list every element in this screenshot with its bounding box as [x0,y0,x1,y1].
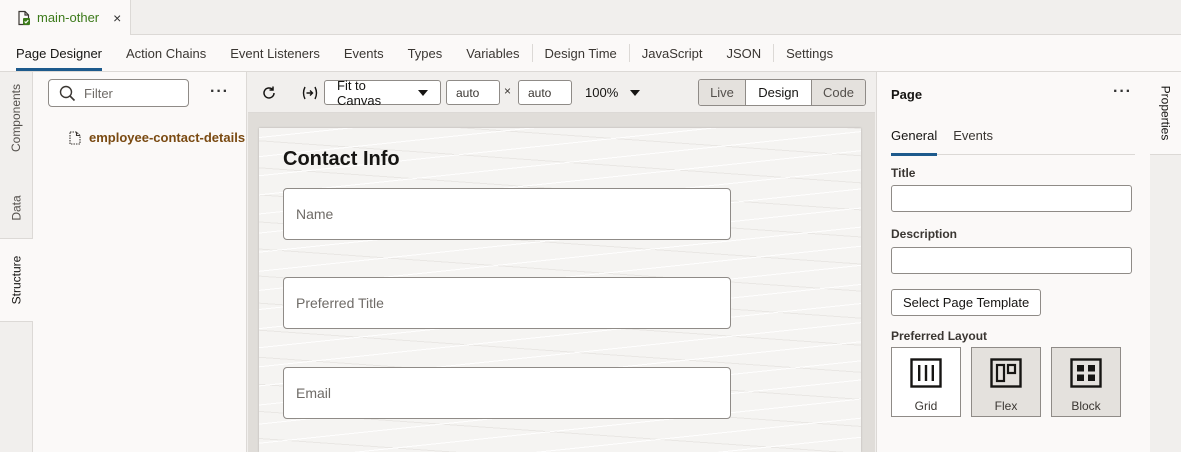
filter-box [48,79,189,107]
vtab-components[interactable]: Components [0,72,33,164]
mode-code-button[interactable]: Code [811,80,865,105]
title-input[interactable] [891,185,1132,212]
tab-action-chains[interactable]: Action Chains [114,35,218,72]
file-tab-strip: main-other × [0,0,1181,35]
tab-events[interactable]: Events [953,128,1009,155]
times-symbol: × [504,84,512,98]
title-label: Title [891,166,916,180]
name-field[interactable]: Name [283,188,731,240]
block-layout-icon [1070,358,1102,388]
email-field[interactable]: Email [283,367,731,419]
preferred-layout-label: Preferred Layout [891,329,988,343]
tab-variables[interactable]: Variables [454,35,531,72]
fit-to-canvas-select[interactable]: Fit to Canvas [324,77,441,108]
properties-panel: Page ··· General Events Title Descriptio… [876,72,1150,452]
tree-item-label: employee-contact-details [89,130,246,145]
variable-binding-button[interactable] [301,80,319,105]
vtab-properties-label: Properties [1158,85,1173,141]
chevron-down-icon [630,89,641,96]
vtab-structure[interactable]: Structure [0,238,33,322]
tab-design-time[interactable]: Design Time [531,44,629,62]
grid-layout-icon [910,358,942,388]
structure-panel: ··· employee-contact-details [33,72,247,452]
layout-grid-option[interactable]: Grid [891,347,961,417]
tab-settings[interactable]: Settings [773,44,845,62]
layout-flex-option[interactable]: Flex [971,347,1041,417]
canvas-width-input[interactable]: auto [446,80,500,105]
layout-flex-label: Flex [994,399,1018,413]
select-page-template-button[interactable]: Select Page Template [891,289,1042,316]
vtab-data[interactable]: Data [0,178,33,238]
zoom-value: 100% [585,85,619,100]
mode-design-button[interactable]: Design [745,80,811,105]
vtab-components-label: Components [9,83,24,153]
properties-title: Page [891,87,923,102]
page-file-icon [69,130,81,145]
tab-events[interactable]: Events [332,35,396,72]
page-file-icon [18,10,30,25]
close-icon[interactable]: × [113,10,121,26]
zoom-select[interactable]: 100% [585,80,641,105]
filter-input[interactable] [84,85,174,101]
tree-item-employee-contact-details[interactable]: employee-contact-details [69,130,245,145]
tab-types[interactable]: Types [396,35,455,72]
properties-tabs: General Events [891,128,1135,156]
left-rail: Components Data Structure [0,72,33,452]
layout-block-option[interactable]: Block [1051,347,1121,417]
tab-javascript[interactable]: JavaScript [628,44,715,62]
tab-json[interactable]: JSON [714,35,773,72]
mode-live-button[interactable]: Live [699,80,745,105]
tab-page-designer[interactable]: Page Designer [16,35,114,72]
description-input[interactable] [891,247,1132,274]
file-tab-label: main-other [37,10,100,25]
properties-more-button[interactable]: ··· [1113,83,1132,101]
description-label: Description [891,227,958,241]
flex-layout-icon [990,358,1022,388]
layout-grid-label: Grid [914,399,938,413]
vtab-properties[interactable]: Properties [1150,72,1181,155]
file-tab-main-other[interactable]: main-other × [0,0,131,35]
tab-general[interactable]: General [891,128,953,156]
chevron-down-icon [418,89,428,96]
canvas-height-input[interactable]: auto [518,80,572,105]
page-canvas[interactable]: Contact Info Name Preferred Title Email [259,128,861,452]
canvas-toolbar: Fit to Canvas auto × auto 100% Live Desi… [248,72,875,113]
bind-icon [302,86,318,99]
refresh-button[interactable] [261,80,277,105]
vtab-data-label: Data [9,195,24,221]
layout-block-label: Block [1071,399,1101,413]
refresh-icon [263,86,275,99]
designer-tabs: Page Designer Action Chains Event Listen… [0,35,1181,72]
vtab-structure-label: Structure [9,255,24,305]
right-rail: Properties [1150,72,1181,452]
mode-switch: Live Design Code [698,79,866,106]
contact-info-heading: Contact Info [283,148,400,170]
structure-more-button[interactable]: ··· [210,83,229,101]
preferred-title-field[interactable]: Preferred Title [283,277,731,329]
tab-event-listeners[interactable]: Event Listeners [218,35,332,72]
canvas-area: Contact Info Name Preferred Title Email [248,113,875,452]
search-icon [59,85,76,101]
fit-to-canvas-label: Fit to Canvas [337,77,382,108]
